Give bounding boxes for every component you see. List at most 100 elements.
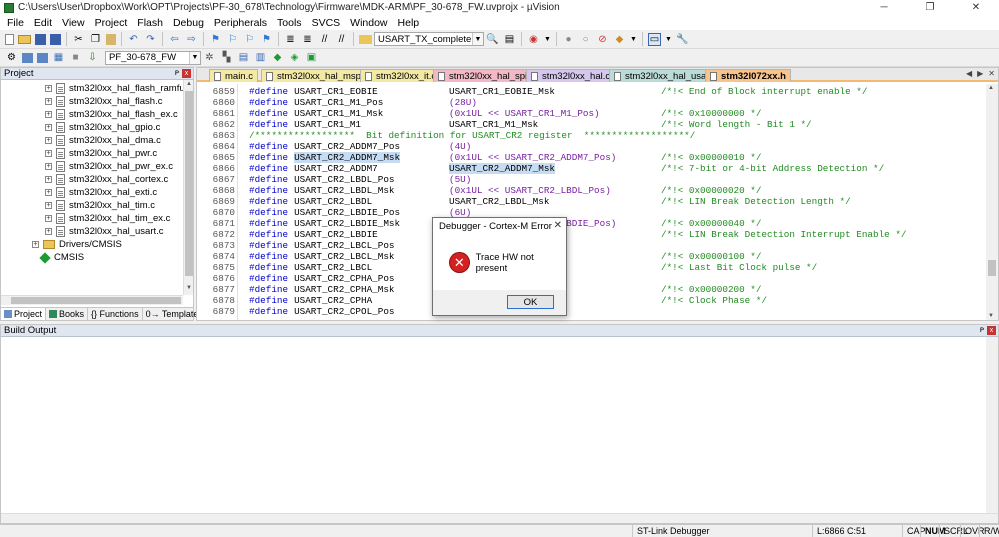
clear-bookmarks-icon[interactable]: ⚑: [260, 33, 273, 46]
build-icon[interactable]: [22, 52, 33, 63]
expand-icon[interactable]: +: [45, 176, 52, 183]
editor-tab-main-c[interactable]: main.c: [209, 69, 258, 82]
unindent-icon[interactable]: ≣: [301, 33, 314, 46]
indent-icon[interactable]: ≣: [284, 33, 297, 46]
bookmark-icon[interactable]: ⚑: [209, 33, 222, 46]
tree-item[interactable]: + stm32l0xx_hal_exti.c: [45, 186, 157, 199]
close-tab-icon[interactable]: ✕: [988, 69, 995, 78]
pin-icon[interactable]: ᴘ: [175, 68, 179, 77]
window-layout-icon[interactable]: ▭: [648, 32, 661, 46]
new-file-icon[interactable]: [5, 33, 14, 45]
chevron-down-icon[interactable]: ▼: [665, 33, 672, 46]
editor-tab-stm32l072xx-h[interactable]: stm32l072xx.h: [705, 69, 791, 82]
manage-project-items-icon[interactable]: ▚: [220, 51, 233, 64]
cut-icon[interactable]: ✂: [72, 33, 85, 46]
find-in-files-icon[interactable]: [359, 34, 372, 44]
close-panel-icon[interactable]: x: [182, 69, 191, 78]
scroll-thumb[interactable]: [11, 297, 181, 304]
settings-wrench-icon[interactable]: 🔧: [676, 33, 689, 46]
undo-icon[interactable]: ↶: [127, 33, 140, 46]
navigate-back-icon[interactable]: ⇦: [168, 33, 181, 46]
configure-icon[interactable]: ◆: [613, 33, 626, 46]
maximize-button[interactable]: ❐: [907, 0, 953, 15]
menu-tools[interactable]: Tools: [272, 17, 307, 29]
tree-item[interactable]: + stm32l0xx_hal_flash_ex.c: [45, 108, 178, 121]
find-combo[interactable]: USART_TX_complete ▼: [374, 32, 484, 46]
menu-file[interactable]: File: [2, 17, 29, 29]
code-line[interactable]: 6862 #define USART_CR1_M1 USART_CR1_M1_Msk /…: [197, 119, 986, 130]
tree-item[interactable]: + stm32l0xx_hal_dma.c: [45, 134, 161, 147]
scroll-down-icon[interactable]: ▼: [185, 285, 193, 294]
debug-session-icon[interactable]: ◉: [527, 33, 540, 46]
tree-item[interactable]: + stm32l0xx_hal_flash.c: [45, 95, 162, 108]
code-line[interactable]: 6867 #define USART_CR2_LBDL_Pos (5U): [197, 174, 986, 185]
expand-icon[interactable]: +: [45, 111, 52, 118]
project-horizontal-scrollbar[interactable]: [1, 295, 183, 305]
tab-scroll-right-icon[interactable]: ▶: [977, 69, 983, 78]
target-select[interactable]: PF_30-678_FW ▼: [105, 50, 201, 65]
code-line[interactable]: 6865 #define USART_CR2_ADDM7_Msk (0x1UL << …: [197, 152, 986, 163]
code-line[interactable]: 6864 #define USART_CR2_ADDM7_Pos (4U): [197, 141, 986, 152]
code-line[interactable]: 6879 #define USART_CR2_CPOL_Pos: [197, 306, 986, 317]
tab-scroll-left-icon[interactable]: ◀: [966, 69, 972, 78]
menu-project[interactable]: Project: [90, 17, 133, 29]
code-line[interactable]: 6875 #define USART_CR2_LBCL /*!< Last Bit C…: [197, 262, 986, 273]
select-packs-icon[interactable]: ▥: [254, 51, 267, 64]
tree-item[interactable]: + stm32l0xx_hal_tim.c: [45, 199, 155, 212]
tree-item[interactable]: + stm32l0xx_hal_tim_ex.c: [45, 212, 170, 225]
editor-tab-hal-msp-c[interactable]: stm32l0xx_hal_msp.c: [261, 69, 374, 82]
expand-icon[interactable]: +: [45, 215, 52, 222]
navigate-forward-icon[interactable]: ⇨: [185, 33, 198, 46]
editor-tab-it-c[interactable]: stm32l0xx_it.c: [360, 69, 442, 82]
ok-button[interactable]: OK: [507, 295, 554, 309]
expand-icon[interactable]: +: [45, 137, 52, 144]
minimize-button[interactable]: ─: [861, 0, 907, 15]
scroll-thumb[interactable]: [988, 260, 996, 276]
tree-item[interactable]: + stm32l0xx_hal_usart.c: [45, 225, 164, 238]
menu-edit[interactable]: Edit: [29, 17, 57, 29]
prev-bookmark-icon[interactable]: ⚐: [226, 33, 239, 46]
tree-item[interactable]: + stm32l0xx_hal_pwr.c: [45, 147, 157, 160]
chevron-down-icon[interactable]: ▼: [544, 33, 551, 46]
disable-breakpoint-icon[interactable]: ○: [579, 33, 592, 46]
build-vertical-scrollbar[interactable]: [986, 337, 998, 513]
next-bookmark-icon[interactable]: ⚐: [243, 33, 256, 46]
uncomment-icon[interactable]: //: [335, 33, 348, 46]
kill-breakpoints-icon[interactable]: ⊘: [596, 33, 609, 46]
tab-functions[interactable]: {} Functions: [88, 308, 143, 320]
expand-icon[interactable]: +: [45, 98, 52, 105]
tree-item[interactable]: + stm32l0xx_hal_flash_ramfunc.c: [45, 82, 183, 95]
expand-icon[interactable]: +: [45, 150, 52, 157]
save-all-icon[interactable]: [50, 33, 61, 45]
scroll-up-icon[interactable]: ▲: [988, 85, 994, 91]
code-line[interactable]: 6878 #define USART_CR2_CPHA /*!< Clock Phas…: [197, 295, 986, 306]
menu-svcs[interactable]: SVCS: [307, 17, 346, 29]
editor-tab-hal-spi-c[interactable]: stm32l0xx_hal_spi.c: [433, 69, 540, 82]
code-line[interactable]: 6861 #define USART_CR1_M1_Msk (0x1UL << USA…: [197, 108, 986, 119]
menu-debug[interactable]: Debug: [168, 17, 209, 29]
menu-view[interactable]: View: [57, 17, 90, 29]
code-line[interactable]: 6860 #define USART_CR1_M1_Pos (28U): [197, 97, 986, 108]
code-line[interactable]: 6868 #define USART_CR2_LBDL_Msk (0x1UL << U…: [197, 185, 986, 196]
paste-icon[interactable]: [106, 33, 116, 45]
build-horizontal-scrollbar[interactable]: [1, 513, 998, 523]
scroll-thumb[interactable]: [185, 91, 193, 276]
find-icon[interactable]: 🔍: [486, 33, 499, 46]
code-line[interactable]: 6873 #define USART_CR2_LBCL_Pos: [197, 240, 986, 251]
menu-flash[interactable]: Flash: [132, 17, 168, 29]
stop-build-icon[interactable]: ■: [69, 51, 82, 64]
tree-item[interactable]: + stm32l0xx_hal_gpio.c: [45, 121, 160, 134]
comment-icon[interactable]: //: [318, 33, 331, 46]
pack-download-icon[interactable]: ▣: [305, 51, 318, 64]
menu-help[interactable]: Help: [393, 17, 425, 29]
expand-icon[interactable]: +: [45, 189, 52, 196]
expand-icon[interactable]: +: [45, 85, 52, 92]
close-panel-icon[interactable]: x: [987, 326, 996, 335]
tree-item[interactable]: CMSIS: [39, 251, 84, 264]
pin-icon[interactable]: ᴘ: [980, 325, 984, 334]
incremental-find-icon[interactable]: ▤: [503, 33, 516, 46]
tree-item[interactable]: + Drivers/CMSIS: [32, 238, 122, 251]
expand-icon[interactable]: +: [45, 163, 52, 170]
download-icon[interactable]: ⇩: [86, 51, 99, 64]
translate-icon[interactable]: ⚙: [5, 51, 18, 64]
